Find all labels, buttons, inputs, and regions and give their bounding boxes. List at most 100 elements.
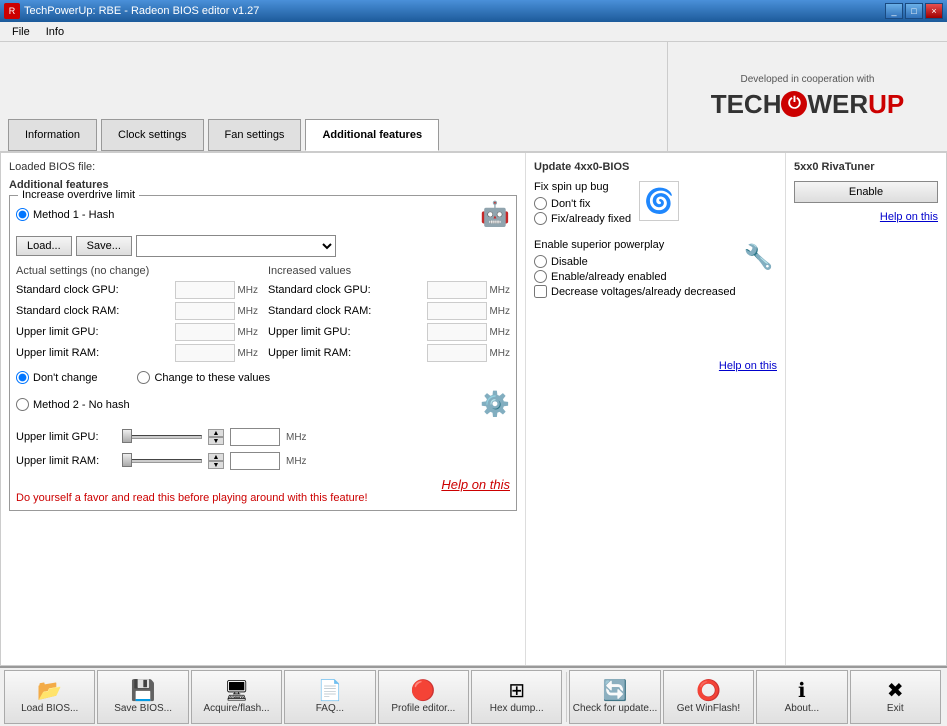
fix-spin-up-section: Fix spin up bug Don't fix Fix/already fi…	[534, 181, 777, 227]
save-button[interactable]: Save...	[76, 236, 132, 256]
decrease-voltages-option[interactable]: Decrease voltages/already decreased	[534, 285, 736, 298]
upper-limit-ram-thumb[interactable]	[122, 453, 132, 467]
logo-wer: WER	[807, 89, 868, 120]
menu-file[interactable]: File	[4, 24, 38, 40]
tab-fan-settings[interactable]: Fan settings	[208, 119, 302, 151]
upper-limit-gpu-down[interactable]: ▼	[208, 437, 224, 445]
menu-bar: File Info	[0, 22, 947, 42]
dont-fix-radio[interactable]	[534, 197, 547, 210]
upper-limit-ram-input[interactable]	[230, 452, 280, 470]
acquire-flash-label: Acquire/flash...	[203, 703, 269, 714]
fix-already-option[interactable]: Fix/already fixed	[534, 212, 631, 225]
dont-change-label[interactable]: Don't change	[16, 371, 97, 384]
incr-upper-ram-input[interactable]	[427, 344, 487, 362]
loaded-bios-label: Loaded BIOS file:	[9, 161, 517, 173]
actual-upper-ram-input[interactable]	[175, 344, 235, 362]
method2-radio[interactable]	[16, 398, 29, 411]
enable-button[interactable]: Enable	[794, 181, 938, 203]
actual-std-ram-label: Standard clock RAM:	[16, 305, 119, 317]
disable-radio[interactable]	[534, 255, 547, 268]
load-button[interactable]: Load...	[16, 236, 72, 256]
logo-up: UP	[868, 89, 904, 120]
method1-radio-label[interactable]: Method 1 - Hash	[16, 208, 114, 221]
upper-limit-ram-up[interactable]: ▲	[208, 453, 224, 461]
actual-std-gpu-value: MHz	[175, 281, 258, 299]
change-to-label[interactable]: Change to these values	[137, 371, 270, 384]
incr-std-ram-input[interactable]	[427, 302, 487, 320]
upper-limit-gpu-slider-container	[122, 427, 202, 447]
app-title: TechPowerUp: RBE - Radeon BIOS editor v1…	[24, 5, 885, 17]
close-button[interactable]: ×	[925, 3, 943, 19]
upper-limit-ram-down[interactable]: ▼	[208, 461, 224, 469]
tabs-section: Information Clock settings Fan settings …	[0, 42, 667, 151]
save-bios-button[interactable]: 💾 Save BIOS...	[97, 670, 188, 724]
upper-limit-ram-slider-container	[122, 451, 202, 471]
load-bios-label: Load BIOS...	[21, 703, 78, 714]
menu-info[interactable]: Info	[38, 24, 72, 40]
dont-change-radio[interactable]	[16, 371, 29, 384]
settings-grid: Actual settings (no change) Standard clo…	[16, 265, 510, 365]
faq-button[interactable]: 📄 FAQ...	[284, 670, 375, 724]
save-bios-label: Save BIOS...	[114, 703, 172, 714]
method2-radio-label[interactable]: Method 2 - No hash	[16, 398, 130, 411]
hex-dump-button[interactable]: ⊞ Hex dump...	[471, 670, 562, 724]
incr-std-gpu-input[interactable]	[427, 281, 487, 299]
minimize-button[interactable]: _	[885, 3, 903, 19]
maximize-button[interactable]: □	[905, 3, 923, 19]
help-on-this-link-rivatuner[interactable]: Help on this	[880, 211, 938, 223]
incr-upper-gpu-input[interactable]	[427, 323, 487, 341]
upper-limit-gpu-up[interactable]: ▲	[208, 429, 224, 437]
method2-icon: ⚙️	[480, 390, 510, 419]
fix-spin-up-options: Fix spin up bug Don't fix Fix/already fi…	[534, 181, 631, 227]
upper-limit-gpu-thumb[interactable]	[122, 429, 132, 443]
fix-already-radio[interactable]	[534, 212, 547, 225]
help-on-this-link-update[interactable]: Help on this	[719, 360, 777, 372]
group-title: Increase overdrive limit	[18, 189, 139, 201]
check-update-icon: 🔄	[603, 681, 628, 701]
upper-limit-ram-track	[122, 459, 202, 463]
tab-clock-settings[interactable]: Clock settings	[101, 119, 203, 151]
incr-upper-ram-value: MHz	[427, 344, 510, 362]
method1-radio[interactable]	[16, 208, 29, 221]
disable-option[interactable]: Disable	[534, 255, 736, 268]
actual-upper-ram-row: Upper limit RAM: MHz	[16, 344, 258, 362]
decrease-voltages-checkbox[interactable]	[534, 285, 547, 298]
exit-label: Exit	[887, 703, 904, 714]
actual-std-gpu-label: Standard clock GPU:	[16, 284, 119, 296]
actual-upper-gpu-input[interactable]	[175, 323, 235, 341]
tab-additional-features[interactable]: Additional features	[305, 119, 439, 151]
profile-editor-label: Profile editor...	[391, 703, 455, 714]
rivatuner-title: 5xx0 RivaTuner	[794, 161, 938, 173]
profile-dropdown[interactable]	[136, 235, 336, 257]
load-bios-button[interactable]: 📂 Load BIOS...	[4, 670, 95, 724]
tab-information[interactable]: Information	[8, 119, 97, 151]
logo-developed-text: Developed in cooperation with	[741, 74, 875, 85]
acquire-flash-icon: 🖥	[224, 681, 249, 701]
actual-std-ram-input[interactable]	[175, 302, 235, 320]
enable-already-radio[interactable]	[534, 270, 547, 283]
get-winflash-icon: ⭕	[696, 681, 721, 701]
footer-separator	[566, 672, 567, 722]
acquire-flash-button[interactable]: 🖥 Acquire/flash...	[191, 670, 282, 724]
exit-button[interactable]: ✖ Exit	[850, 670, 941, 724]
method2-row: Method 2 - No hash ⚙️	[16, 390, 510, 419]
profile-editor-button[interactable]: 🔴 Profile editor...	[378, 670, 469, 724]
get-winflash-button[interactable]: ⭕ Get WinFlash!	[663, 670, 754, 724]
footer: 📂 Load BIOS... 💾 Save BIOS... 🖥 Acquire/…	[0, 666, 947, 726]
change-to-radio[interactable]	[137, 371, 150, 384]
dont-fix-option[interactable]: Don't fix	[534, 197, 631, 210]
enable-superior-title: Enable superior powerplay	[534, 239, 736, 251]
right-section: Update 4xx0-BIOS Fix spin up bug Don't f…	[526, 153, 946, 665]
enable-already-option[interactable]: Enable/already enabled	[534, 270, 736, 283]
upper-limit-ram-arrows[interactable]: ▲ ▼	[208, 453, 224, 469]
incr-upper-ram-label: Upper limit RAM:	[268, 347, 351, 359]
hex-dump-label: Hex dump...	[490, 703, 544, 714]
upper-limit-gpu-input[interactable]	[230, 428, 280, 446]
actual-std-gpu-input[interactable]	[175, 281, 235, 299]
upper-limit-gpu-arrows[interactable]: ▲ ▼	[208, 429, 224, 445]
actual-std-ram-row: Standard clock RAM: MHz	[16, 302, 258, 320]
about-button[interactable]: ℹ About...	[756, 670, 847, 724]
check-update-button[interactable]: 🔄 Check for update...	[569, 670, 660, 724]
increased-values-col: Increased values Standard clock GPU: MHz…	[268, 265, 510, 365]
help-on-this-link-main[interactable]: Help on this	[441, 477, 510, 492]
